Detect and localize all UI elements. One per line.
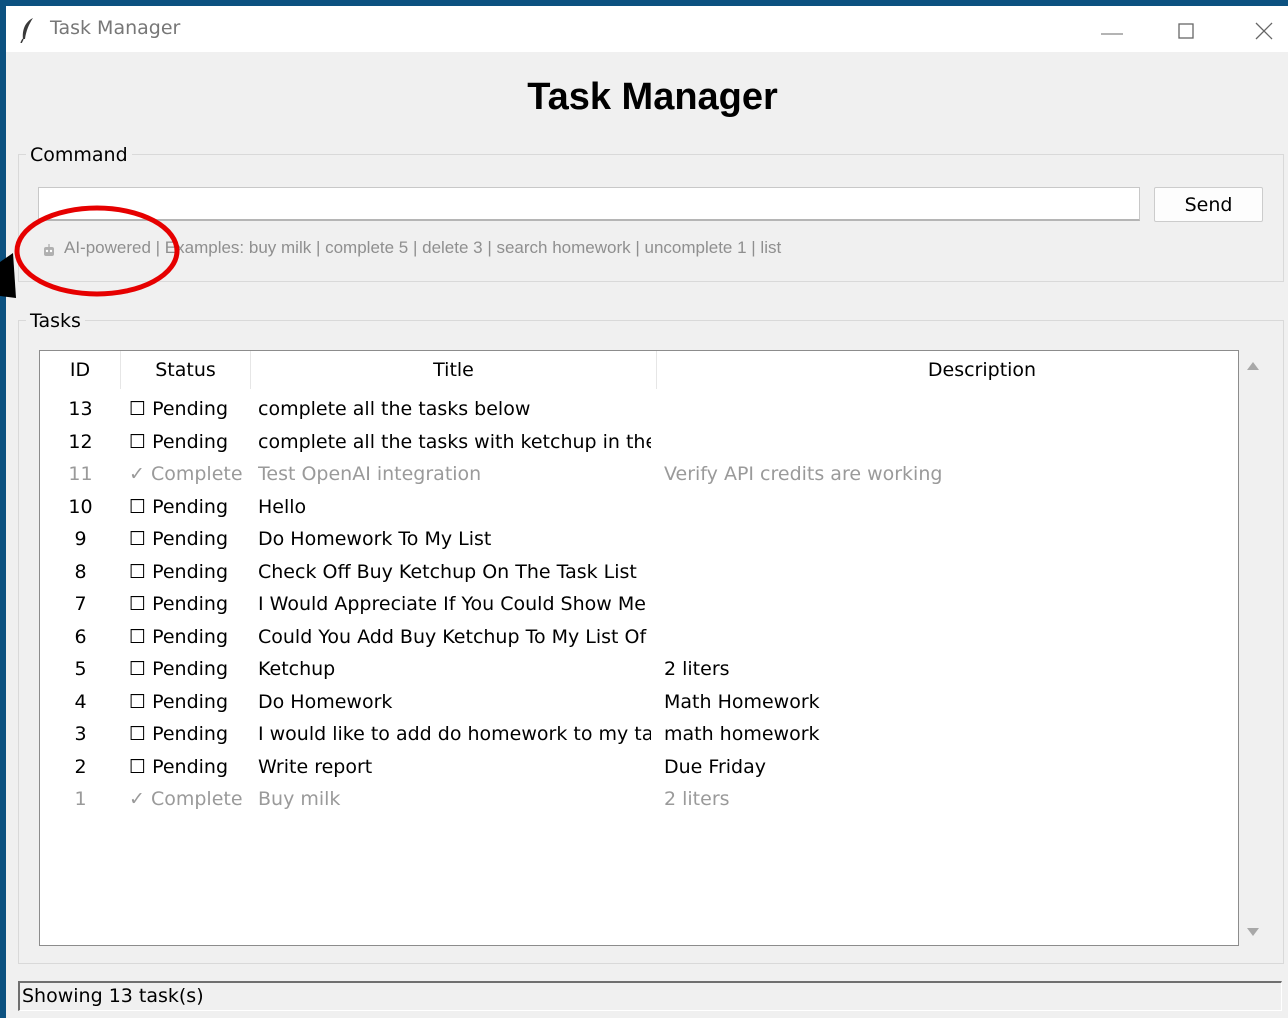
feather-icon: [20, 18, 33, 43]
row-id: 12: [68, 430, 93, 453]
row-title: Hello: [258, 495, 307, 518]
table-row[interactable]: 5 ☐ Pending Ketchup 2 liters: [40, 653, 1238, 686]
table-row[interactable]: 7 ☐ Pending I Would Appreciate If You Coul…: [40, 588, 1238, 621]
row-status: ☐ Pending: [129, 658, 229, 680]
scroll-down-arrow-icon[interactable]: [1246, 926, 1260, 938]
row-description: Verify API credits are working: [664, 463, 943, 485]
row-title: Ketchup: [258, 658, 336, 680]
row-id: 8: [74, 560, 87, 583]
row-description: [664, 393, 1224, 426]
row-id: 13: [68, 398, 93, 420]
row-title: I Would Appreciate If You Could Show Me …: [258, 593, 651, 615]
column-header-status[interactable]: Status: [121, 351, 251, 389]
column-header-id[interactable]: ID: [40, 351, 121, 389]
table-row[interactable]: 9 ☐ Pending Do Homework To My List: [40, 523, 1238, 556]
row-description: [664, 491, 1224, 524]
row-description: [664, 621, 1224, 654]
table-row[interactable]: 13 ☐ Pending complete all the tasks below: [40, 393, 1238, 426]
row-status: ☐ Pending: [129, 723, 229, 745]
row-status: ☐ Pending: [129, 690, 229, 713]
status-bar: Showing 13 task(s): [18, 981, 1282, 1011]
row-status: ☐ Pending: [129, 398, 229, 420]
row-description: Due Friday: [664, 755, 766, 778]
row-id: 11: [68, 463, 93, 485]
table-row[interactable]: 3 ☐ Pending I would like to add do homewor…: [40, 718, 1238, 751]
row-title: Do Homework To My List: [258, 528, 492, 550]
table-row[interactable]: 11 ✓ Complete Test OpenAI integration Verif…: [40, 458, 1238, 491]
row-id: 1: [74, 788, 87, 810]
table-header: ID Status Title Description: [40, 351, 1238, 389]
table-row[interactable]: 4 ☐ Pending Do Homework Math Homework: [40, 686, 1238, 719]
row-title: Write report: [258, 755, 373, 778]
minimize-icon[interactable]: [1099, 18, 1125, 44]
row-id: 7: [74, 593, 87, 615]
row-id: 5: [74, 658, 87, 680]
row-status: ☐ Pending: [129, 560, 229, 583]
table-row[interactable]: 12 ☐ Pending complete all the tasks with k…: [40, 426, 1238, 459]
column-header-title[interactable]: Title: [251, 351, 657, 389]
row-title: Check Off Buy Ketchup On The Task List: [258, 560, 637, 583]
robot-icon: [44, 244, 54, 256]
row-title: complete all the tasks with ketchup in t…: [258, 430, 651, 453]
row-status: ☐ Pending: [129, 430, 229, 453]
row-status: ☐ Pending: [129, 593, 229, 615]
table-row[interactable]: 2 ☐ Pending Write report Due Friday: [40, 751, 1238, 784]
row-status: ✓ Complete: [129, 463, 243, 485]
row-title: Test OpenAI integration: [258, 463, 482, 485]
table-body: 13 ☐ Pending complete all the tasks below 1…: [40, 393, 1238, 816]
title-bar: Task Manager: [6, 6, 1288, 52]
row-description: Math Homework: [664, 690, 820, 713]
column-header-description[interactable]: Description: [657, 351, 1238, 389]
page-title: Task Manager: [527, 76, 778, 118]
row-title: Could You Add Buy Ketchup To My List Of …: [258, 625, 651, 648]
row-id: 9: [74, 528, 87, 550]
row-id: 2: [74, 755, 87, 778]
row-description: 2 liters: [664, 788, 730, 810]
row-status: ☐ Pending: [129, 755, 229, 778]
row-title: complete all the tasks below: [258, 398, 531, 420]
close-icon[interactable]: [1251, 18, 1277, 44]
row-status: ☐ Pending: [129, 625, 229, 648]
command-hint-text: AI-powered | Examples: buy milk | comple…: [64, 238, 782, 257]
row-description: [664, 588, 1224, 621]
table-row[interactable]: 1 ✓ Complete Buy milk 2 liters: [40, 783, 1238, 816]
app-window: Task Manager Task Manager Command Send A…: [6, 6, 1288, 1018]
window-title: Task Manager: [50, 17, 181, 39]
command-input[interactable]: [38, 187, 1140, 221]
row-description: [664, 426, 1224, 459]
row-status: ✓ Complete: [129, 788, 243, 810]
row-description: 2 liters: [664, 658, 730, 680]
row-title: Buy milk: [258, 788, 341, 810]
tasks-group-label: Tasks: [26, 310, 85, 332]
row-title: I would like to add do homework to my ta…: [258, 723, 651, 745]
scroll-up-arrow-icon[interactable]: [1246, 360, 1260, 372]
row-id: 4: [74, 690, 87, 713]
row-title: Do Homework: [258, 690, 393, 713]
row-description: [664, 523, 1224, 556]
row-description: math homework: [664, 723, 820, 745]
table-row[interactable]: 8 ☐ Pending Check Off Buy Ketchup On The T…: [40, 556, 1238, 589]
task-table[interactable]: ID Status Title Description 13 ☐ Pending c…: [39, 350, 1239, 946]
row-status: ☐ Pending: [129, 495, 229, 518]
row-id: 6: [74, 625, 87, 648]
row-status: ☐ Pending: [129, 528, 229, 550]
row-id: 3: [74, 723, 87, 745]
table-row[interactable]: 6 ☐ Pending Could You Add Buy Ketchup To M…: [40, 621, 1238, 654]
send-button[interactable]: Send: [1154, 187, 1263, 222]
table-row[interactable]: 10 ☐ Pending Hello: [40, 491, 1238, 524]
row-description: [664, 556, 1224, 589]
maximize-icon[interactable]: [1173, 18, 1199, 44]
row-id: 10: [68, 495, 93, 518]
command-group-label: Command: [26, 144, 132, 166]
